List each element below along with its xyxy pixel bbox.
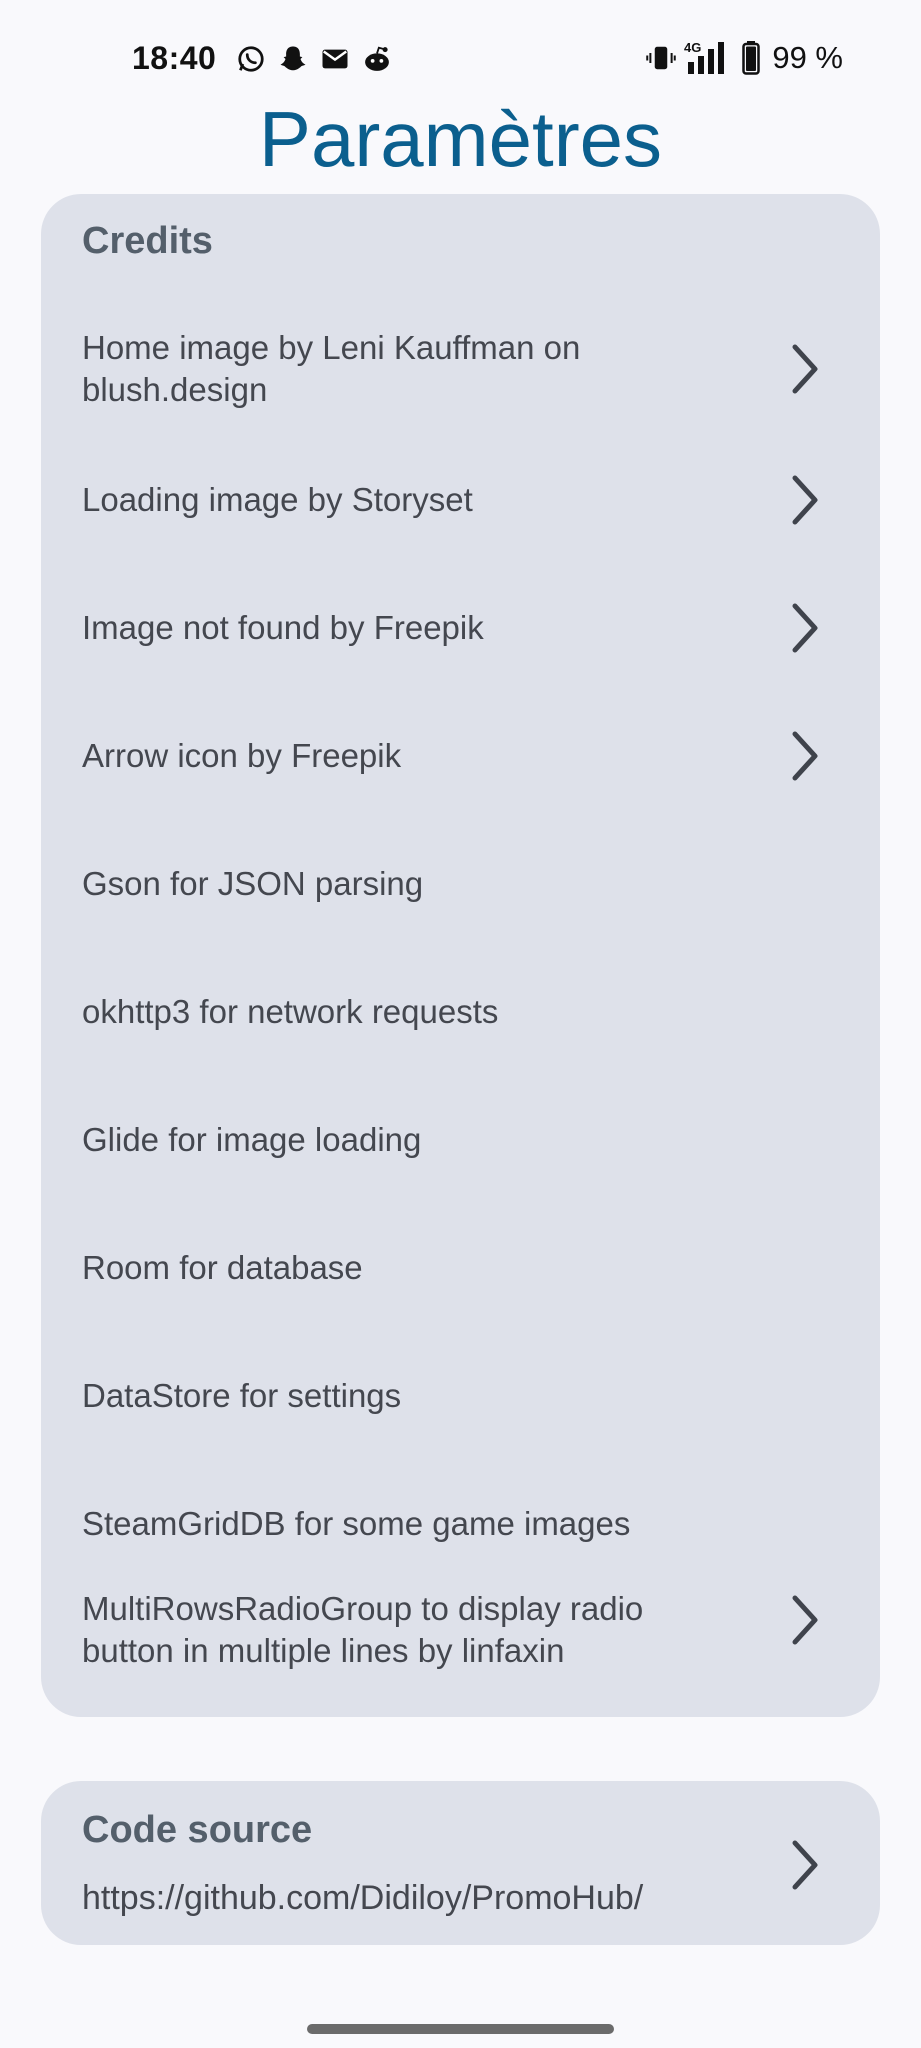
page-title: Paramètres xyxy=(258,95,663,183)
credit-item-label: Loading image by Storyset xyxy=(82,481,473,518)
credit-item-label: Gson for JSON parsing xyxy=(82,865,424,902)
home-indicator[interactable] xyxy=(307,2024,614,2034)
credit-item-arrow-icon[interactable]: Arrow icon by Freepik xyxy=(41,692,880,820)
credit-item-room: Room for database xyxy=(41,1204,880,1332)
system-icons: 4G 99 % xyxy=(646,40,843,76)
credit-item-label: Arrow icon by Freepik xyxy=(82,737,402,774)
chevron-right-icon xyxy=(785,1835,825,1895)
credit-item-label: SteamGridDB for some game images xyxy=(82,1505,631,1542)
vibrate-icon xyxy=(646,41,677,75)
chevron-right-icon xyxy=(785,1590,825,1650)
credit-item-label: Image not found by Freepik xyxy=(82,609,484,646)
credit-item-label: okhttp3 for network requests xyxy=(82,993,499,1030)
battery-icon xyxy=(742,41,761,75)
credit-item-multirowsradiogroup[interactable]: MultiRowsRadioGroup to display radio but… xyxy=(41,1588,880,1717)
credit-item-datastore: DataStore for settings xyxy=(41,1332,880,1460)
chevron-right-icon xyxy=(785,598,825,658)
chevron-right-icon xyxy=(785,339,825,399)
credit-item-label: Glide for image loading xyxy=(82,1121,422,1158)
credit-item-gson: Gson for JSON parsing xyxy=(41,820,880,948)
battery-percent: 99 % xyxy=(772,40,843,75)
credits-header: Credits xyxy=(82,220,213,262)
credit-item-glide: Glide for image loading xyxy=(41,1076,880,1204)
credit-item-steamgriddb: SteamGridDB for some game images xyxy=(41,1460,880,1588)
notification-icons xyxy=(236,44,392,74)
code-source-header: Code source xyxy=(82,1809,313,1851)
network-type-label: 4G xyxy=(684,40,701,55)
credit-item-okhttp3: okhttp3 for network requests xyxy=(41,948,880,1076)
credit-item-loading-image[interactable]: Loading image by Storyset xyxy=(41,436,880,564)
code-source-url: https://github.com/Didiloy/PromoHub/ xyxy=(82,1879,644,1917)
status-time: 18:40 xyxy=(132,40,217,76)
signal-4g-icon: 4G xyxy=(684,40,734,76)
credit-item-label: Room for database xyxy=(82,1249,363,1286)
chevron-right-icon xyxy=(785,726,825,786)
mail-icon xyxy=(320,44,350,74)
credit-item-image-not-found[interactable]: Image not found by Freepik xyxy=(41,564,880,692)
credit-item-label: DataStore for settings xyxy=(82,1377,402,1414)
chevron-right-icon xyxy=(785,470,825,530)
whatsapp-icon xyxy=(236,44,266,74)
credit-item-label: Home image by Leni Kauffman on blush.des… xyxy=(82,329,581,408)
credit-item-home-image[interactable]: Home image by Leni Kauffman on blush.des… xyxy=(41,302,880,436)
snapchat-icon xyxy=(278,44,308,74)
reddit-icon xyxy=(362,44,392,74)
code-source-card[interactable]: Code source https://github.com/Didiloy/P… xyxy=(41,1781,880,1945)
credit-item-label: MultiRowsRadioGroup to display radio but… xyxy=(82,1590,644,1669)
credits-card: Credits Home image by Leni Kauffman on b… xyxy=(41,194,880,1717)
